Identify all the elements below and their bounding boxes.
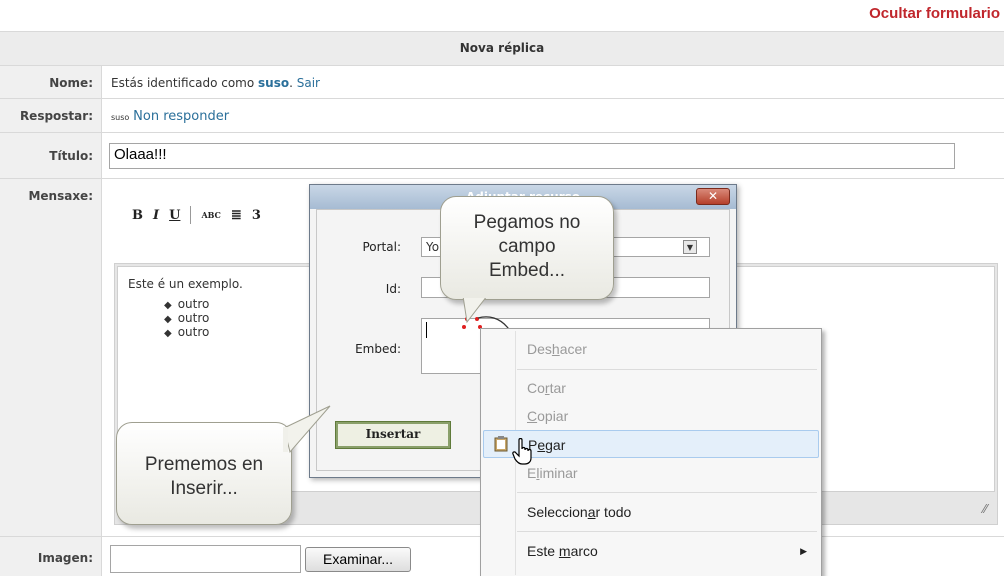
callout-text: Inserir...	[170, 478, 238, 499]
clipboard-icon	[494, 436, 508, 452]
menu-separator	[517, 531, 817, 532]
submenu-arrow-icon: ▶	[800, 546, 807, 556]
menu-separator	[517, 369, 817, 370]
menu-separator	[517, 492, 817, 493]
hand-cursor-icon	[512, 438, 532, 465]
callout-text: Pegamos no	[473, 212, 581, 233]
callout-text: campo	[498, 236, 556, 257]
callout-text: Embed...	[488, 260, 566, 281]
menu-item-cut[interactable]: Cortar	[483, 374, 819, 402]
callout-tail	[283, 405, 331, 454]
callout-paste-embed: Pegamos no campo Embed...	[440, 196, 614, 300]
menu-item-undo[interactable]: Deshacer	[483, 335, 819, 363]
callout-tail	[461, 296, 489, 324]
callout-text: Prememos en	[144, 454, 264, 475]
callout-press-insert: Prememos en Inserir...	[116, 422, 292, 525]
menu-item-copy[interactable]: Copiar	[483, 402, 819, 430]
menu-item-this-frame[interactable]: Este marco ▶	[483, 537, 819, 565]
menu-item-select-all[interactable]: Seleccionar todo	[483, 498, 819, 526]
